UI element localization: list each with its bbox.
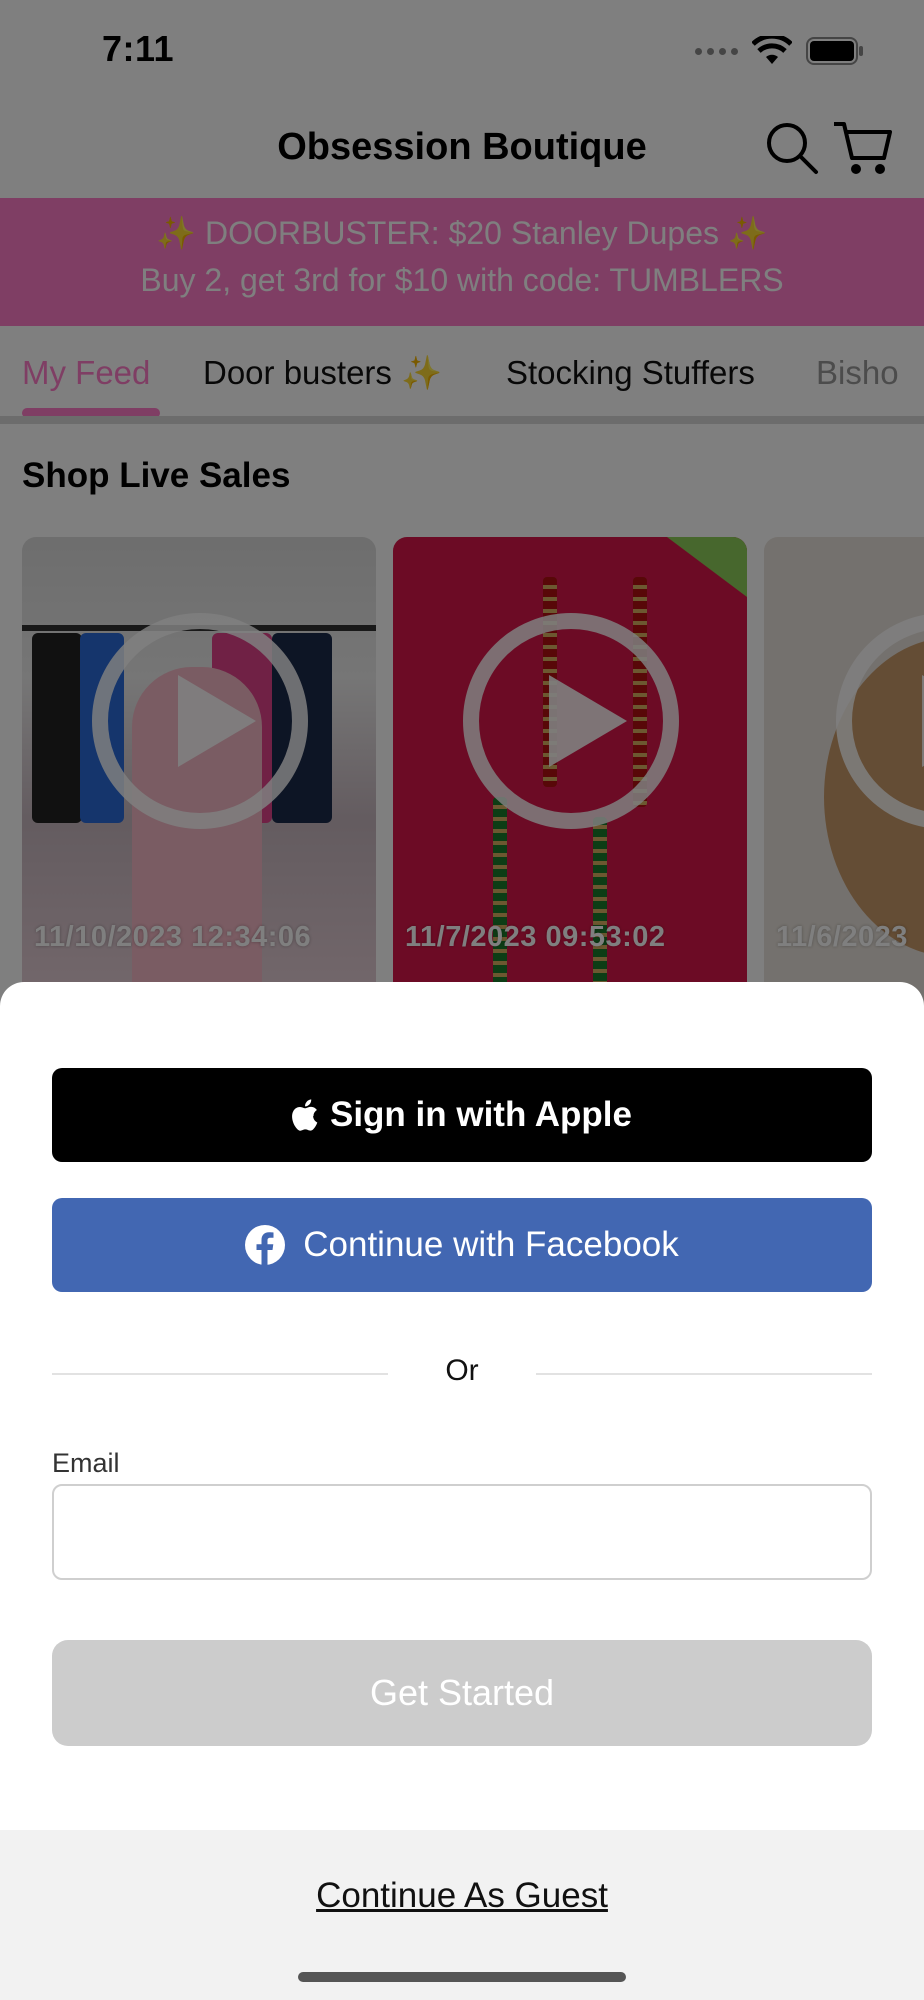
continue-with-facebook-button[interactable]: Continue with Facebook [52,1198,872,1292]
divider-line [52,1373,388,1375]
sign-in-with-apple-button[interactable]: Sign in with Apple [52,1068,872,1162]
continue-as-guest-link[interactable]: Continue As Guest [0,1876,924,1916]
sign-in-sheet: Sign in with Apple Continue with Faceboo… [0,982,924,2000]
home-indicator [298,1972,626,1982]
facebook-button-label: Continue with Facebook [303,1225,679,1264]
facebook-icon [245,1225,286,1265]
apple-button-label: Sign in with Apple [329,1095,632,1134]
apple-icon [292,1099,318,1131]
email-field[interactable] [52,1484,872,1580]
or-separator: Or [445,1354,479,1387]
get-started-button[interactable]: Get Started [52,1640,872,1746]
email-label: Email [52,1448,120,1478]
divider-line [536,1373,872,1375]
